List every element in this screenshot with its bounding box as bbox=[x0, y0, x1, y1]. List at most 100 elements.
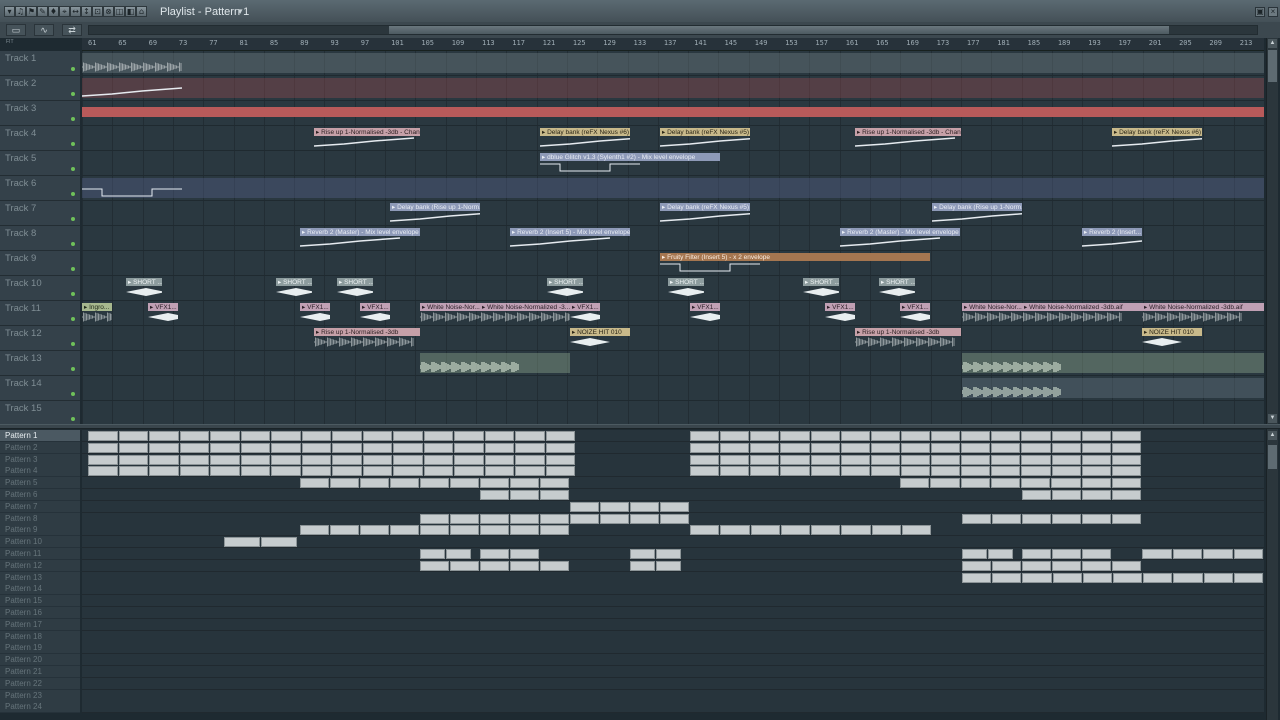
pattern-block[interactable] bbox=[510, 478, 539, 488]
pattern-block[interactable] bbox=[840, 443, 870, 453]
pattern-block[interactable] bbox=[961, 431, 991, 441]
scroll-up-icon[interactable]: ▲ bbox=[1268, 39, 1277, 48]
playlist-clip[interactable]: ▸ VFX1... bbox=[300, 303, 330, 323]
track-mute-led-icon[interactable] bbox=[71, 342, 75, 346]
pattern-block[interactable] bbox=[515, 466, 545, 476]
tracks-vertical-scrollbar[interactable]: ▲ ▼ bbox=[1266, 38, 1278, 424]
pattern-lane[interactable] bbox=[82, 536, 1264, 548]
pattern-header[interactable]: Pattern 11 bbox=[0, 548, 80, 560]
playlist-clip[interactable]: ▸ VFX1... bbox=[570, 303, 600, 323]
pattern-block[interactable] bbox=[545, 455, 575, 465]
pattern-block[interactable] bbox=[1052, 561, 1081, 571]
track-lane[interactable]: ▸ Fruity Filter (Insert 5) - x 2 envelop… bbox=[82, 251, 1264, 276]
track-mute-led-icon[interactable] bbox=[71, 242, 75, 246]
pattern-block[interactable] bbox=[810, 455, 840, 465]
pattern-block[interactable] bbox=[1112, 490, 1141, 500]
pattern-block[interactable] bbox=[332, 443, 362, 453]
playlist-clip[interactable]: ▸ NOIZE HIT 010 bbox=[1142, 328, 1202, 348]
track-header[interactable]: Track 7 bbox=[0, 201, 80, 226]
pattern-block[interactable] bbox=[362, 443, 392, 453]
pattern-header[interactable]: Pattern 20 bbox=[0, 654, 80, 666]
pattern-block[interactable] bbox=[1112, 561, 1141, 571]
pattern-block[interactable] bbox=[118, 443, 148, 453]
pattern-block[interactable] bbox=[510, 549, 539, 559]
pattern-block[interactable] bbox=[271, 431, 301, 441]
pattern-block[interactable] bbox=[630, 561, 655, 571]
pattern-block[interactable] bbox=[362, 455, 392, 465]
pattern-block[interactable] bbox=[1081, 431, 1111, 441]
pattern-block[interactable] bbox=[179, 443, 209, 453]
playlist-clip[interactable]: ▸ White Noise-Nor... bbox=[962, 303, 1022, 323]
pattern-header[interactable]: Pattern 4 bbox=[0, 465, 80, 477]
playlist-clip[interactable]: ▸ SHORT ... bbox=[276, 278, 312, 298]
pattern-lane[interactable] bbox=[82, 548, 1264, 560]
pattern-lane[interactable] bbox=[82, 654, 1264, 666]
pattern-block[interactable] bbox=[423, 455, 453, 465]
pattern-lane[interactable] bbox=[82, 666, 1264, 678]
pattern-block[interactable] bbox=[841, 525, 871, 535]
playlist-clip[interactable]: ▸ Delay bank (Rise up 1-Norm... bbox=[390, 203, 480, 223]
pattern-lane[interactable] bbox=[82, 619, 1264, 631]
playlist-clip[interactable]: ▸ VFX1... bbox=[690, 303, 720, 323]
pattern-block[interactable] bbox=[484, 443, 514, 453]
pattern-block[interactable] bbox=[480, 525, 509, 535]
pattern-block[interactable] bbox=[656, 561, 681, 571]
pattern-lane[interactable] bbox=[82, 595, 1264, 607]
pattern-block[interactable] bbox=[454, 466, 484, 476]
pattern-header[interactable]: Pattern 15 bbox=[0, 595, 80, 607]
pattern-block[interactable] bbox=[840, 455, 870, 465]
pattern-block[interactable] bbox=[360, 525, 389, 535]
pattern-lane[interactable] bbox=[82, 678, 1264, 690]
pattern-lane[interactable] bbox=[82, 524, 1264, 536]
pattern-block[interactable] bbox=[301, 431, 331, 441]
track-mute-led-icon[interactable] bbox=[71, 192, 75, 196]
playlist-clip[interactable]: ▸ Delay bank (reFX Nexus #6) ... bbox=[540, 128, 630, 148]
toolbar-button-9[interactable]: ⊗ bbox=[103, 6, 114, 17]
pattern-block[interactable] bbox=[780, 455, 810, 465]
track-lane[interactable]: ▸ Reverb 2 (Master) - Mix level envelope… bbox=[82, 226, 1264, 251]
pattern-lane[interactable] bbox=[82, 477, 1264, 489]
pattern-block[interactable] bbox=[720, 466, 750, 476]
pattern-block[interactable] bbox=[630, 549, 655, 559]
track-lane[interactable]: ▸ dblue Glitch v1.3 (Sylenth1 #2) - Mix … bbox=[82, 151, 1264, 176]
pattern-block[interactable] bbox=[210, 455, 240, 465]
pattern-block[interactable] bbox=[179, 431, 209, 441]
tracks-scroll-thumb[interactable] bbox=[1268, 50, 1277, 82]
pattern-block[interactable] bbox=[423, 443, 453, 453]
pattern-block[interactable] bbox=[149, 431, 179, 441]
pattern-header[interactable]: Pattern 5 bbox=[0, 477, 80, 489]
pattern-block[interactable] bbox=[630, 514, 659, 524]
pattern-block[interactable] bbox=[149, 455, 179, 465]
pattern-block[interactable] bbox=[1022, 514, 1051, 524]
playlist-clip[interactable]: ▸ Reverb 2 (Master) - Mix level envelope bbox=[840, 228, 960, 248]
pattern-block[interactable] bbox=[720, 431, 750, 441]
track-lane[interactable] bbox=[82, 351, 1264, 376]
track-header[interactable]: Track 1 bbox=[0, 51, 80, 76]
pattern-block[interactable] bbox=[484, 466, 514, 476]
pattern-block[interactable] bbox=[1082, 561, 1111, 571]
pattern-block[interactable] bbox=[690, 443, 720, 453]
playlist-clip[interactable]: ▸ VFX1... bbox=[148, 303, 178, 323]
pattern-block[interactable] bbox=[690, 525, 720, 535]
pattern-block[interactable] bbox=[1022, 573, 1052, 583]
pattern-block[interactable] bbox=[301, 466, 331, 476]
pattern-block[interactable] bbox=[88, 466, 118, 476]
patterns-scroll-thumb[interactable] bbox=[1268, 445, 1277, 469]
pattern-block[interactable] bbox=[360, 478, 389, 488]
track-mute-led-icon[interactable] bbox=[71, 92, 75, 96]
pattern-block[interactable] bbox=[1203, 549, 1233, 559]
pattern-block[interactable] bbox=[301, 443, 331, 453]
pattern-block[interactable] bbox=[660, 514, 689, 524]
playlist-clip[interactable]: ▸ NOIZE HIT 010 bbox=[570, 328, 630, 348]
pattern-block[interactable] bbox=[301, 455, 331, 465]
pattern-block[interactable] bbox=[961, 455, 991, 465]
pattern-block[interactable] bbox=[545, 443, 575, 453]
pattern-block[interactable] bbox=[750, 455, 780, 465]
pattern-block[interactable] bbox=[515, 431, 545, 441]
playlist-clip[interactable]: ▸ VFX1... bbox=[360, 303, 390, 323]
pattern-header[interactable]: Pattern 1 bbox=[0, 430, 80, 442]
playlist-clip[interactable]: ▸ Rise up 1-Normalised -3db bbox=[855, 328, 961, 348]
track-header[interactable]: Track 11 bbox=[0, 301, 80, 326]
pattern-block[interactable] bbox=[690, 466, 720, 476]
pattern-view-icon[interactable]: ▭ bbox=[6, 24, 26, 36]
